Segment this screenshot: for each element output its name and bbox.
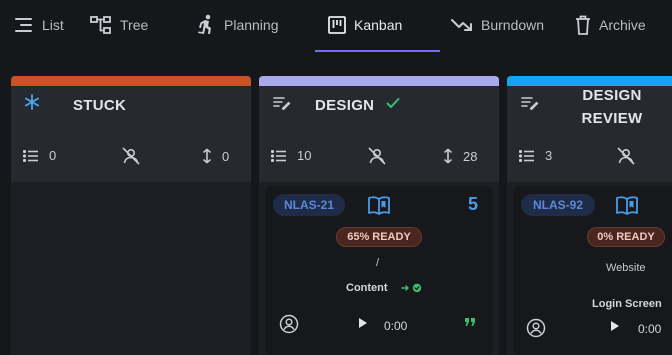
list-icon	[271, 149, 286, 162]
check-icon	[386, 98, 400, 108]
task-card[interactable]: NLAS-92 0% READY Website Login Screen 0:…	[513, 186, 672, 355]
trend-down-icon	[451, 19, 472, 31]
vertical-arrows-icon	[444, 148, 452, 164]
person-off-icon	[368, 147, 386, 165]
height-value: 28	[463, 148, 478, 164]
item-count: 3	[519, 148, 552, 163]
readiness-badge: 65% READY	[336, 227, 422, 247]
task-card[interactable]: NLAS-21 5 65% READY / Content 0:00	[265, 186, 493, 355]
column-color-bar	[259, 76, 499, 86]
tab-list[interactable]: List	[14, 0, 64, 50]
item-count-value: 10	[297, 148, 312, 163]
open-book-icon[interactable]	[367, 195, 391, 215]
column-header[interactable]: STUCK 0 0	[11, 86, 251, 182]
tab-burndown[interactable]: Burndown	[451, 0, 544, 50]
tab-archive[interactable]: Archive	[575, 0, 646, 50]
tab-planning[interactable]: Planning	[196, 0, 279, 50]
play-icon[interactable]	[610, 320, 620, 332]
column-header[interactable]: DESIGN 10 28	[259, 86, 499, 182]
column-design-review: DESIGN REVIEW 3 NLAS-92 0% READY Website…	[507, 76, 672, 355]
tab-tree[interactable]: Tree	[90, 0, 148, 50]
play-icon[interactable]	[358, 317, 368, 329]
path-separator: /	[376, 257, 380, 269]
card-project: Website	[606, 262, 646, 274]
card-category: Content	[346, 282, 388, 294]
avatar-icon[interactable]	[526, 318, 546, 338]
column-title: DESIGN	[315, 97, 375, 114]
column-title-line1: DESIGN	[582, 87, 642, 104]
item-count-value: 0	[49, 148, 57, 163]
edit-list-icon	[521, 97, 539, 110]
tab-planning-label: Planning	[224, 17, 279, 33]
kanban-icon	[328, 16, 346, 34]
running-person-icon	[198, 14, 211, 34]
list-icon	[15, 18, 32, 32]
column-color-bar	[11, 76, 251, 86]
trash-icon	[576, 15, 590, 35]
tab-kanban[interactable]: Kanban	[328, 0, 402, 50]
column-design: DESIGN 10 28 NLAS-21 5 65% READY / Conte…	[259, 76, 499, 355]
item-count-value: 3	[545, 148, 553, 163]
tab-tree-label: Tree	[120, 17, 149, 33]
comment-quote-icon[interactable]	[464, 317, 476, 327]
arrow-check-icon	[401, 283, 422, 293]
column-title: DESIGN REVIEW	[579, 84, 645, 130]
avatar-icon[interactable]	[279, 314, 299, 334]
tab-kanban-label: Kanban	[354, 17, 403, 33]
tab-archive-label: Archive	[599, 17, 646, 33]
view-tabs-bar: List Tree Planning Kanban Burndown Archi…	[0, 0, 672, 52]
timer-value: 0:00	[638, 322, 662, 336]
timer-value: 0:00	[384, 319, 408, 333]
height-value: 0	[222, 148, 230, 164]
list-icon	[519, 149, 534, 162]
column-title-line2: REVIEW	[581, 110, 643, 127]
height-stat: 28	[443, 148, 477, 164]
vertical-arrows-icon	[203, 148, 211, 164]
item-count: 0	[23, 148, 56, 163]
person-off-icon	[617, 147, 635, 165]
item-count: 10	[271, 148, 311, 163]
tab-burndown-label: Burndown	[481, 17, 545, 33]
snowflake-icon	[24, 94, 40, 110]
edit-list-icon	[273, 97, 291, 110]
column-stuck: STUCK 0 0	[11, 76, 251, 355]
card-category: Login Screen	[592, 298, 662, 310]
readiness-badge: 0% READY	[587, 227, 665, 247]
tree-icon	[90, 16, 111, 34]
story-points: 5	[468, 194, 479, 214]
column-title: STUCK	[73, 97, 127, 114]
card-id-badge[interactable]: NLAS-21	[273, 194, 345, 216]
list-icon	[23, 149, 38, 162]
kanban-board: STUCK 0 0 DESIGN 10 28 NLAS-21 5 65% REA…	[0, 52, 672, 355]
card-id-badge[interactable]: NLAS-92	[521, 194, 595, 216]
column-header[interactable]: DESIGN REVIEW 3	[507, 86, 672, 182]
height-stat: 0	[202, 148, 229, 164]
tab-list-label: List	[42, 17, 64, 33]
person-off-icon	[122, 147, 140, 165]
open-book-icon[interactable]	[615, 195, 639, 215]
